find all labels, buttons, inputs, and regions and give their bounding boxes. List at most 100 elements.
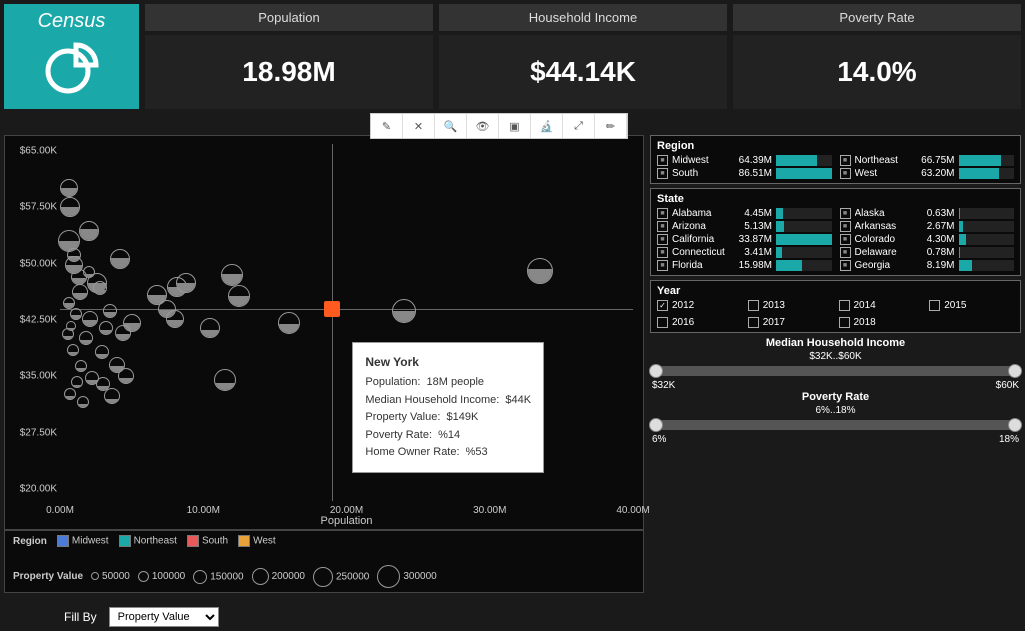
- year-checkbox[interactable]: 2013: [748, 300, 833, 311]
- pencil-icon[interactable]: ✏: [595, 114, 627, 138]
- data-point[interactable]: [118, 368, 134, 384]
- state-panel: State Alabama4.45M Alaska0.63M Arizona5.13…: [650, 188, 1021, 276]
- data-point[interactable]: [77, 396, 89, 408]
- range-slider[interactable]: Median Household Income$32K..$60K$32K$60…: [650, 337, 1021, 391]
- kpi-population: Population 18.98M: [145, 4, 433, 109]
- legend-region[interactable]: West: [238, 535, 276, 547]
- filter-card[interactable]: Arkansas2.67M: [840, 221, 1015, 232]
- kpi-value: 18.98M: [145, 35, 433, 109]
- data-point[interactable]: [64, 388, 76, 400]
- legend-size[interactable]: 200000: [252, 568, 305, 585]
- legend: RegionMidwestNortheastSouthWest Property…: [4, 530, 644, 593]
- data-point[interactable]: [176, 273, 196, 293]
- legend-size[interactable]: 150000: [193, 570, 243, 584]
- kpi-value: 14.0%: [733, 35, 1021, 109]
- data-point[interactable]: [67, 344, 79, 356]
- filter-card[interactable]: Arizona5.13M: [657, 221, 832, 232]
- y-axis-label: Median Income: [0, 226, 3, 301]
- kpi-poverty: Poverty Rate 14.0%: [733, 4, 1021, 109]
- data-point[interactable]: [228, 285, 250, 307]
- eye-off-icon[interactable]: 👁: [467, 114, 499, 138]
- data-point[interactable]: [166, 310, 184, 328]
- scatter-chart[interactable]: Median Income $20.00K$27.50K$35.00K$42.5…: [4, 135, 644, 530]
- filter-card[interactable]: California33.87M: [657, 234, 832, 245]
- legend-size[interactable]: 50000: [91, 571, 130, 582]
- data-point[interactable]: [60, 197, 80, 217]
- year-checkbox[interactable]: 2016: [657, 317, 742, 328]
- data-point[interactable]: [70, 308, 82, 320]
- data-point[interactable]: [66, 321, 76, 331]
- data-point[interactable]: [200, 318, 220, 338]
- legend-region[interactable]: South: [187, 535, 228, 547]
- data-point[interactable]: [110, 249, 130, 269]
- eraser-icon[interactable]: ✕: [403, 114, 435, 138]
- selected-point[interactable]: [324, 301, 340, 317]
- kpi-label: Household Income: [439, 4, 727, 31]
- data-point[interactable]: [79, 331, 93, 345]
- kpi-value: $44.14K: [439, 35, 727, 109]
- year-checkbox[interactable]: 2018: [839, 317, 924, 328]
- x-axis-label: Population: [321, 515, 373, 527]
- panel-title: State: [657, 193, 1014, 205]
- data-point[interactable]: [82, 311, 98, 327]
- filter-card[interactable]: Georgia8.19M: [840, 260, 1015, 271]
- data-point[interactable]: [95, 345, 109, 359]
- year-checkbox[interactable]: 2012: [657, 300, 742, 311]
- range-slider[interactable]: Poverty Rate6%..18%6%18%: [650, 391, 1021, 445]
- legend-region[interactable]: Northeast: [119, 535, 177, 547]
- legend-region[interactable]: Midwest: [57, 535, 109, 547]
- data-point[interactable]: [65, 256, 83, 274]
- filter-card[interactable]: Alaska0.63M: [840, 208, 1015, 219]
- filter-card[interactable]: South86.51M: [657, 168, 832, 179]
- data-point[interactable]: [96, 377, 110, 391]
- filter-card[interactable]: Midwest64.39M: [657, 155, 832, 166]
- data-point[interactable]: [75, 360, 87, 372]
- data-point[interactable]: [93, 281, 107, 295]
- panel-title: Region: [657, 140, 1014, 152]
- data-point[interactable]: [72, 284, 88, 300]
- brush-icon[interactable]: ✎: [371, 114, 403, 138]
- filter-card[interactable]: Florida15.98M: [657, 260, 832, 271]
- tooltip: New YorkPopulation: 18M peopleMedian Hou…: [352, 342, 544, 473]
- data-point[interactable]: [527, 258, 553, 284]
- legend-size[interactable]: 100000: [138, 571, 185, 582]
- census-title: Census: [38, 10, 106, 33]
- fit-icon[interactable]: ▣: [499, 114, 531, 138]
- microscope-icon[interactable]: 🔬: [531, 114, 563, 138]
- pie-icon: [42, 37, 102, 97]
- data-point[interactable]: [104, 388, 120, 404]
- filter-card[interactable]: West63.20M: [840, 168, 1015, 179]
- legend-size[interactable]: 250000: [313, 567, 369, 587]
- plot-area[interactable]: [60, 144, 633, 501]
- filter-card[interactable]: Alabama4.45M: [657, 208, 832, 219]
- data-point[interactable]: [79, 221, 99, 241]
- x-axis: Population 0.00M10.00M20.00M30.00M40.00M: [60, 505, 633, 525]
- kpi-label: Population: [145, 4, 433, 31]
- data-point[interactable]: [60, 179, 78, 197]
- data-point[interactable]: [99, 321, 113, 335]
- filter-card[interactable]: Colorado4.30M: [840, 234, 1015, 245]
- filter-card[interactable]: Delaware0.78M: [840, 247, 1015, 258]
- year-checkbox[interactable]: 2014: [839, 300, 924, 311]
- data-point[interactable]: [214, 369, 236, 391]
- year-checkbox[interactable]: 2015: [929, 300, 1014, 311]
- year-checkbox[interactable]: 2017: [748, 317, 833, 328]
- expand-icon[interactable]: ⤢: [563, 114, 595, 138]
- panel-title: Year: [657, 285, 1014, 297]
- zoom-icon[interactable]: 🔍: [435, 114, 467, 138]
- year-panel: Year 2012 2013 2014 2015 2016 2017 2018: [650, 280, 1021, 333]
- fillby-label: Fill By: [64, 610, 97, 624]
- filter-card[interactable]: Connecticut3.41M: [657, 247, 832, 258]
- fillby-select[interactable]: Property Value: [109, 607, 219, 627]
- data-point[interactable]: [103, 304, 117, 318]
- data-point[interactable]: [115, 325, 131, 341]
- legend-size[interactable]: 300000: [377, 565, 436, 588]
- census-tile[interactable]: Census: [4, 4, 139, 109]
- data-point[interactable]: [392, 299, 416, 323]
- data-point[interactable]: [278, 312, 300, 334]
- data-point[interactable]: [71, 376, 83, 388]
- kpi-income: Household Income $44.14K: [439, 4, 727, 109]
- filter-card[interactable]: Northeast66.75M: [840, 155, 1015, 166]
- data-point[interactable]: [221, 264, 243, 286]
- region-panel: Region Midwest64.39M Northeast66.75M South…: [650, 135, 1021, 184]
